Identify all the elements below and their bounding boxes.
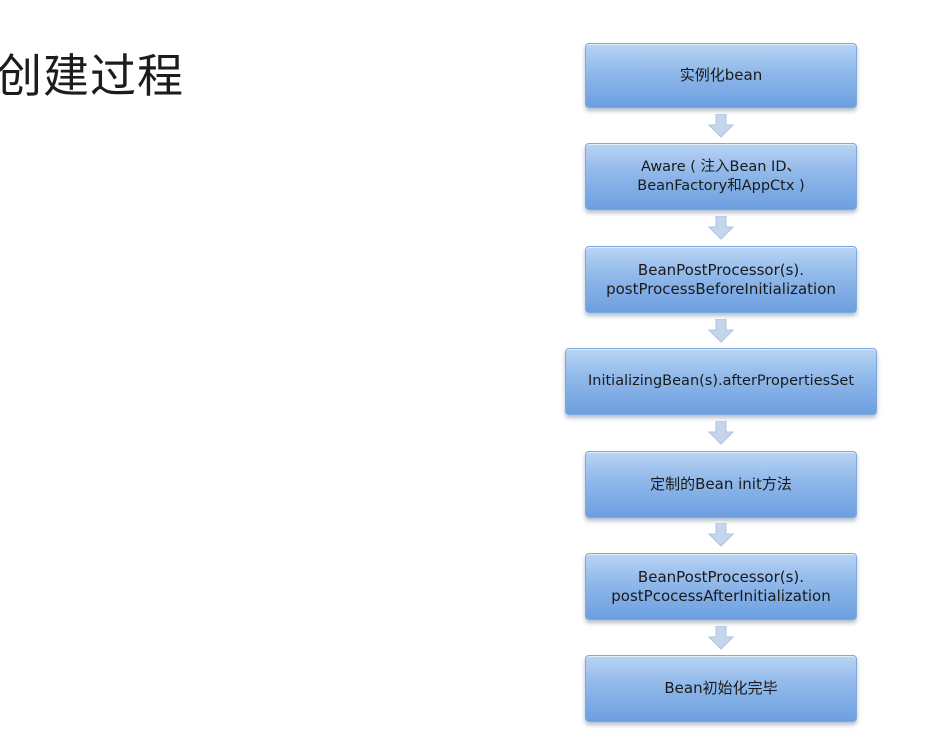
step-bean-init-complete: Bean初始化完毕: [585, 655, 857, 722]
down-arrow-icon: [708, 216, 734, 240]
step-custom-init-method: 定制的Bean init方法: [585, 451, 857, 518]
down-arrow-icon: [708, 523, 734, 547]
step-aware: Aware ( 注入Bean ID、 BeanFactory和AppCtx ): [585, 143, 857, 210]
step-after-properties-set: InitializingBean(s).afterPropertiesSet: [565, 348, 877, 415]
down-arrow-icon: [708, 114, 734, 138]
step-post-process-before-init: BeanPostProcessor(s). postProcessBeforeI…: [585, 246, 857, 313]
down-arrow-icon: [708, 626, 734, 650]
step-instantiate-bean: 实例化bean: [585, 43, 857, 108]
step-post-process-after-init: BeanPostProcessor(s). postPcocessAfterIn…: [585, 553, 857, 620]
page-title: 创建过程: [0, 49, 184, 103]
down-arrow-icon: [708, 319, 734, 343]
down-arrow-icon: [708, 421, 734, 445]
slide: 创建过程 实例化bean Aware ( 注入Bean ID、 BeanFact…: [0, 0, 950, 746]
